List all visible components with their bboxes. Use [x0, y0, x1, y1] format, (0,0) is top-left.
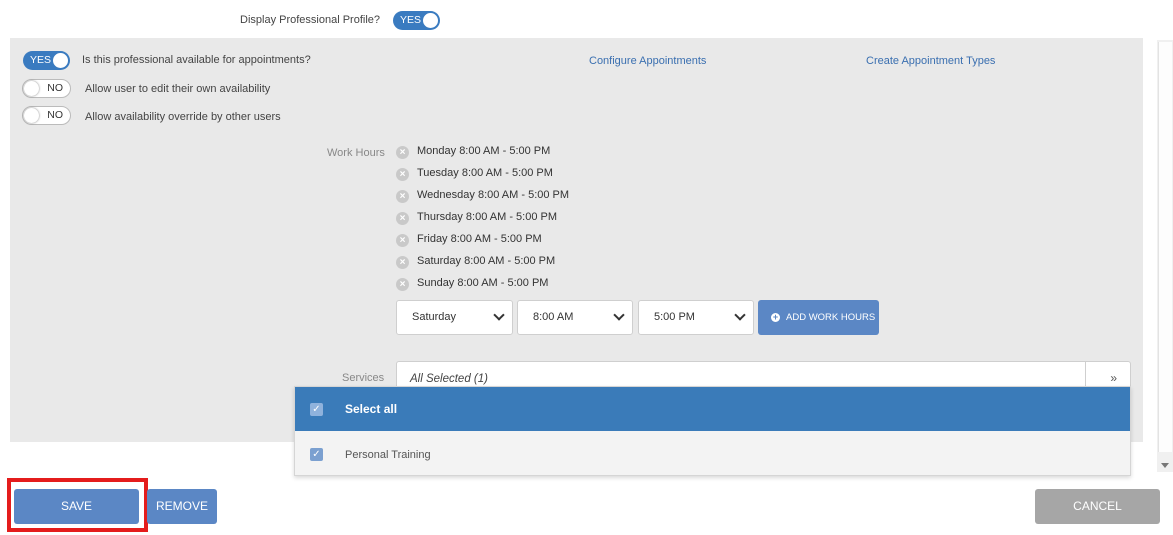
create-appointment-types-link[interactable]: Create Appointment Types — [866, 55, 995, 67]
work-hours-text: Friday 8:00 AM - 5:00 PM — [417, 233, 542, 245]
remove-button[interactable]: REMOVE — [147, 489, 217, 524]
display-profile-toggle[interactable]: YES — [393, 11, 440, 30]
scrollbar[interactable] — [1157, 40, 1173, 472]
available-label: Is this professional available for appoi… — [82, 54, 311, 66]
remove-icon[interactable]: × — [396, 212, 409, 225]
save-button[interactable]: SAVE — [14, 489, 139, 524]
configure-appointments-link[interactable]: Configure Appointments — [589, 55, 706, 67]
work-hours-text: Tuesday 8:00 AM - 5:00 PM — [417, 167, 553, 179]
checkbox-checked-icon[interactable]: ✓ — [310, 448, 323, 461]
edit-availability-label: Allow user to edit their own availabilit… — [85, 83, 271, 95]
remove-icon[interactable]: × — [396, 278, 409, 291]
remove-icon[interactable]: × — [396, 146, 409, 159]
plus-icon: + — [771, 312, 780, 322]
override-availability-label: Allow availability override by other use… — [85, 111, 281, 123]
remove-icon[interactable]: × — [396, 190, 409, 203]
scrollbar-thumb[interactable] — [1158, 42, 1172, 452]
toggle-label: YES — [400, 14, 422, 26]
work-hours-label: Work Hours — [327, 147, 385, 159]
day-select-value: Saturday — [412, 311, 457, 323]
toggle-knob — [24, 108, 39, 123]
end-time-value: 5:00 PM — [654, 311, 695, 323]
remove-icon[interactable]: × — [396, 234, 409, 247]
available-toggle[interactable]: YES — [23, 51, 70, 70]
toggle-knob — [53, 53, 68, 68]
display-profile-label: Display Professional Profile? — [240, 14, 381, 26]
toggle-label: NO — [47, 109, 63, 121]
override-availability-toggle[interactable]: NO — [22, 106, 71, 125]
remove-icon[interactable]: × — [396, 168, 409, 181]
start-time-value: 8:00 AM — [533, 311, 574, 323]
add-work-hours-button[interactable]: + ADD WORK HOURS — [758, 300, 879, 335]
chevron-down-icon — [613, 309, 625, 321]
start-time-select[interactable]: 8:00 AM — [517, 300, 633, 335]
services-dropdown: ✓ Select all ✓ Personal Training — [294, 386, 1131, 476]
services-value: All Selected (1) — [410, 373, 488, 385]
checkbox-checked-icon[interactable]: ✓ — [310, 403, 323, 416]
select-all-label: Select all — [345, 402, 398, 416]
work-hours-text: Wednesday 8:00 AM - 5:00 PM — [417, 189, 570, 201]
work-hours-text: Monday 8:00 AM - 5:00 PM — [417, 145, 551, 157]
chevron-down-icon — [493, 309, 505, 321]
edit-availability-toggle[interactable]: NO — [22, 79, 71, 98]
scroll-down-arrow-icon[interactable] — [1161, 463, 1169, 468]
toggle-knob — [24, 81, 39, 96]
services-label: Services — [342, 372, 385, 384]
work-hours-text: Saturday 8:00 AM - 5:00 PM — [417, 255, 556, 267]
remove-icon[interactable]: × — [396, 256, 409, 269]
chevron-down-icon — [734, 309, 746, 321]
day-select[interactable]: Saturday — [396, 300, 513, 335]
double-chevron-down-icon[interactable]: » — [1110, 371, 1117, 385]
cancel-button[interactable]: CANCEL — [1035, 489, 1160, 524]
work-hours-text: Sunday 8:00 AM - 5:00 PM — [417, 277, 549, 289]
select-all-option[interactable]: ✓ Select all — [295, 387, 1130, 431]
end-time-select[interactable]: 5:00 PM — [638, 300, 754, 335]
toggle-knob — [423, 13, 438, 28]
toggle-label: YES — [30, 54, 52, 66]
add-work-hours-label: ADD WORK HOURS — [786, 312, 876, 323]
service-option-label: Personal Training — [345, 449, 431, 461]
work-hours-text: Thursday 8:00 AM - 5:00 PM — [417, 211, 558, 223]
toggle-label: NO — [47, 82, 63, 94]
